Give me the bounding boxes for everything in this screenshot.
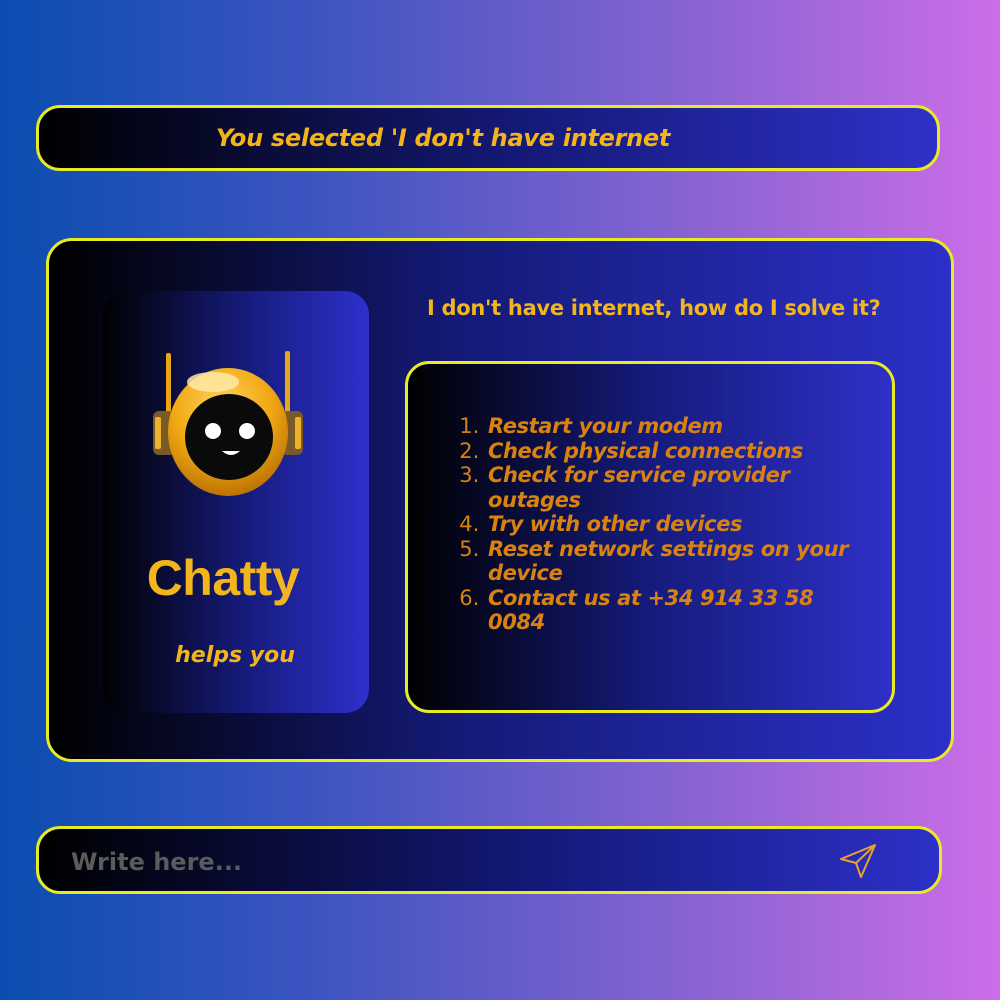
step-text: Check physical connections (488, 438, 804, 463)
step-text: Restart your modem (488, 414, 723, 438)
bot-tagline: helps you (175, 643, 295, 668)
step-item: Check physical connections (486, 439, 856, 464)
answer-box: Restart your modem Check physical connec… (405, 361, 895, 713)
step-text: Reset network settings on your device (488, 536, 849, 586)
step-text: Contact us at +34 914 33 58 0084 (488, 585, 814, 635)
selection-banner: You selected 'I don't have internet (36, 105, 940, 171)
bot-name: Chatty (146, 550, 300, 606)
step-text: Check for service provider outages (488, 463, 790, 512)
step-item: Check for service provider outages (486, 463, 856, 512)
message-input-bar (36, 826, 942, 894)
solution-steps: Restart your modem Check physical connec… (486, 414, 856, 635)
robot-icon (153, 351, 303, 496)
step-item: Reset network settings on your device (486, 537, 856, 586)
step-text: Try with other devices (488, 512, 743, 536)
bot-card: Chatty helps you (103, 291, 369, 713)
message-input[interactable] (69, 841, 773, 883)
step-item: Try with other devices (486, 512, 856, 537)
user-question: I don't have internet, how do I solve it… (427, 296, 881, 320)
send-icon[interactable] (837, 841, 881, 881)
step-item: Contact us at +34 914 33 58 0084 (486, 586, 856, 635)
chat-panel: Chatty helps you I don't have internet, … (46, 238, 954, 762)
banner-text: You selected 'I don't have internet (215, 124, 671, 152)
step-item: Restart your modem (486, 414, 856, 439)
